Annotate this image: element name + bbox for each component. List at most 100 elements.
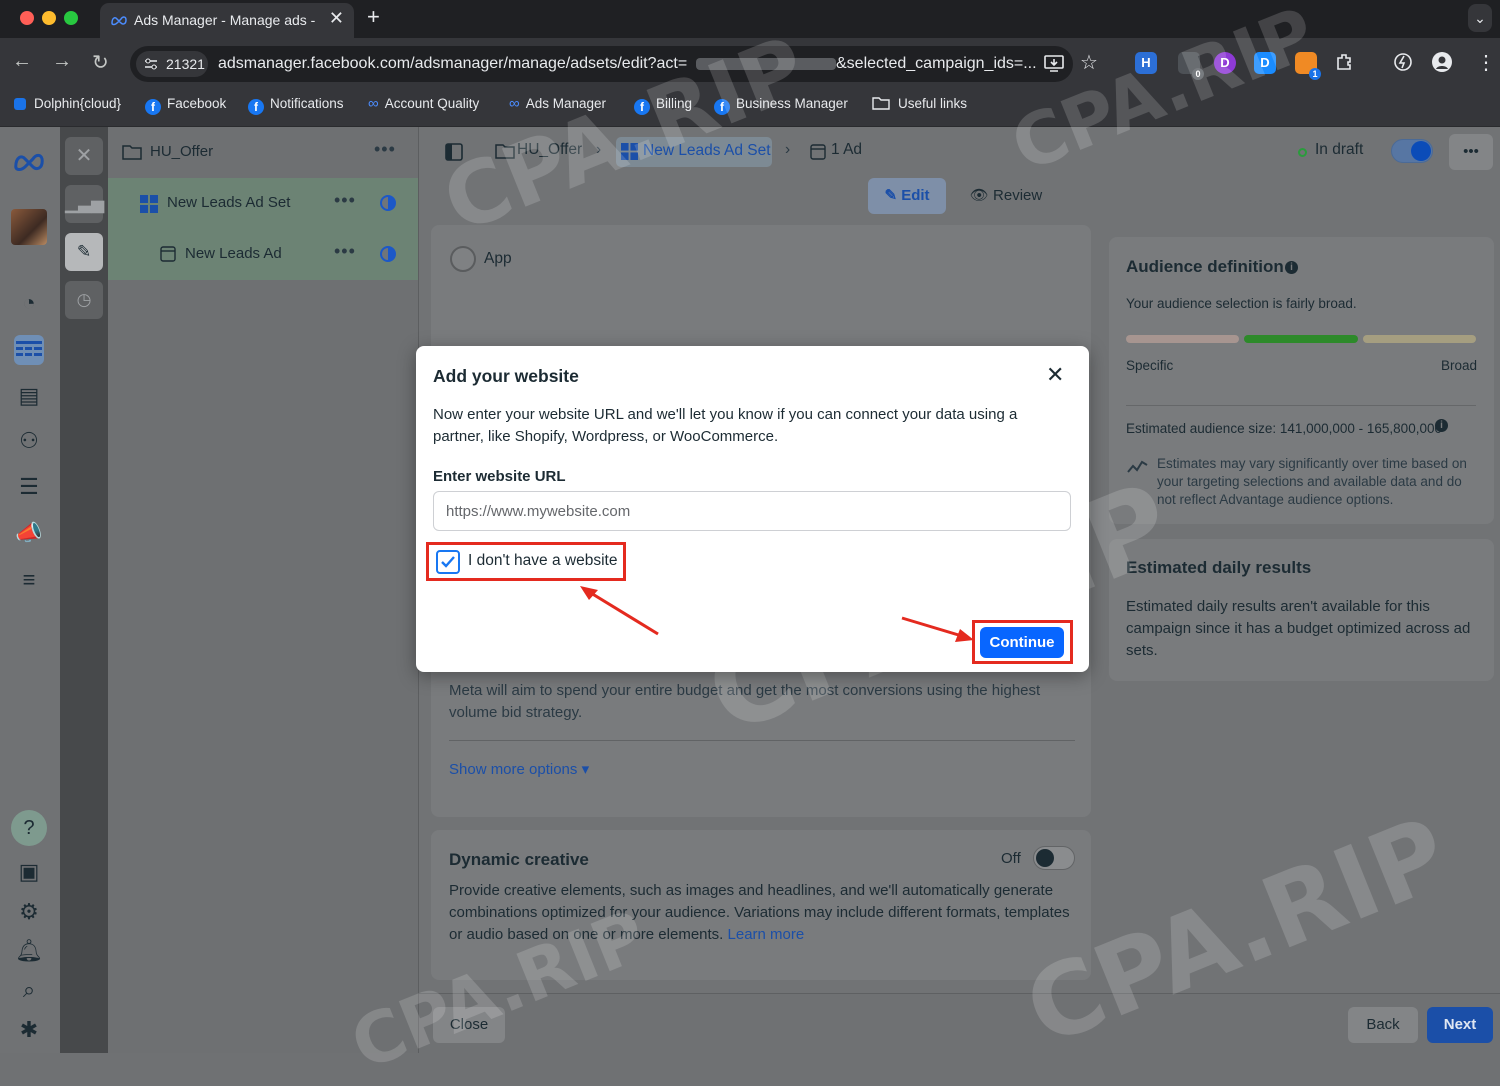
pencil-icon: ✎ xyxy=(884,187,902,204)
news-feed-icon[interactable]: ▣ xyxy=(14,857,44,887)
bookmark-ads-manager[interactable]: ∞ Ads Manager xyxy=(509,96,606,112)
close-button[interactable]: Close xyxy=(433,1007,505,1043)
breadcrumb-adset[interactable]: New Leads Ad Set xyxy=(616,137,772,167)
browser-menu-icon[interactable]: ⋮ xyxy=(1476,50,1496,75)
metamask-badge-count: 1 xyxy=(1309,68,1321,80)
tree-campaign-row[interactable]: HU_Offer ••• xyxy=(108,127,418,178)
url-text-end: &selected_campaign_ids=... xyxy=(836,55,1037,72)
profile-avatar-icon[interactable] xyxy=(1432,52,1452,72)
purple-extension-icon[interactable]: D xyxy=(1214,52,1236,74)
profile-chip[interactable]: 21321 xyxy=(136,51,208,77)
metamask-extension-icon[interactable]: 1 xyxy=(1295,52,1321,80)
forward-arrow-icon[interactable]: → xyxy=(52,50,72,73)
edit-tab-button[interactable]: ✎ Edit xyxy=(868,178,946,214)
bookmark-facebook[interactable]: f Facebook xyxy=(145,96,226,115)
dashboard-gauge-icon[interactable]: ◔ xyxy=(14,288,44,318)
charts-icon[interactable]: ▁▃▅ xyxy=(65,185,104,223)
minimize-window-dot[interactable] xyxy=(42,11,56,25)
dynamic-creative-card: Dynamic creative Off Provide creative el… xyxy=(431,830,1091,980)
meta-logo-icon: ∞ xyxy=(509,95,520,112)
tree-ad-row[interactable]: New Leads Ad ••• xyxy=(108,229,418,280)
breadcrumb-campaign[interactable]: HU_Offer xyxy=(517,141,582,159)
app-option-label: App xyxy=(484,250,512,267)
no-website-checkbox-label[interactable]: I don't have a website xyxy=(468,552,617,570)
daily-results-title: Estimated daily results xyxy=(1126,558,1312,577)
reports-icon[interactable]: ▤ xyxy=(14,381,44,411)
extensions-puzzle-icon[interactable] xyxy=(1335,52,1355,72)
blue-extension-icon[interactable]: D xyxy=(1254,52,1276,74)
bug-report-icon[interactable]: ✱ xyxy=(14,1015,44,1045)
maximize-window-dot[interactable] xyxy=(64,11,78,25)
review-tab-button[interactable]: 👁︎ Review xyxy=(959,178,1053,214)
info-icon[interactable]: i xyxy=(1285,261,1298,274)
campaign-more-icon[interactable]: ••• xyxy=(374,139,396,160)
meter-label-broad: Broad xyxy=(1441,358,1478,373)
tree-ad-label: New Leads Ad xyxy=(185,245,282,262)
adset-more-icon[interactable]: ••• xyxy=(334,190,356,211)
extension-with-badge-icon[interactable]: 0 xyxy=(1178,52,1204,80)
meta-logo-icon xyxy=(111,16,127,26)
continue-button[interactable]: Continue xyxy=(980,627,1064,658)
omnibox[interactable]: 21321 adsmanager.facebook.com/adsmanager… xyxy=(130,46,1073,82)
advertising-megaphone-icon[interactable]: 📣 xyxy=(14,518,44,548)
toggle-panel-icon[interactable] xyxy=(445,143,463,161)
tree-adset-row[interactable]: New Leads Ad Set ••• xyxy=(108,178,418,229)
estimate-disclaimer: Estimates may vary significantly over ti… xyxy=(1157,456,1467,507)
notifications-bell-icon[interactable]: 🔔︎ xyxy=(14,936,44,966)
daily-results-text: Estimated daily results aren't available… xyxy=(1126,598,1471,659)
back-arrow-icon[interactable]: ← xyxy=(12,50,32,73)
meta-logo-icon[interactable] xyxy=(12,151,46,171)
info-icon[interactable]: i xyxy=(1435,419,1448,432)
settings-gear-icon[interactable]: ⚙ xyxy=(14,897,44,927)
close-editor-icon[interactable]: ✕ xyxy=(65,137,103,175)
next-button-label: Next xyxy=(1443,1016,1477,1033)
close-dialog-icon[interactable]: ✕ xyxy=(1046,362,1064,388)
bookmark-useful-links[interactable]: Useful links xyxy=(872,96,967,112)
app-radio[interactable] xyxy=(450,246,476,272)
tree-campaign-label: HU_Offer xyxy=(150,143,214,160)
tab-search-chevron-icon[interactable]: ⌄ xyxy=(1468,4,1492,32)
no-website-checkbox[interactable] xyxy=(436,550,460,574)
hotjar-extension-icon[interactable]: H xyxy=(1135,52,1157,74)
bookmark-dolphin[interactable]: Dolphin{cloud} xyxy=(14,96,121,112)
header-more-label: ••• xyxy=(1463,143,1479,160)
reload-icon[interactable]: ↻ xyxy=(92,50,109,75)
daily-results-card: Estimated daily results Estimated daily … xyxy=(1109,539,1494,681)
editor-tools-rail: ✕ ▁▃▅ ✎ ◷ xyxy=(60,127,108,1053)
help-icon[interactable]: ? xyxy=(11,810,47,846)
dynamic-toggle-label: Off xyxy=(1001,850,1021,867)
dynamic-creative-toggle[interactable] xyxy=(1033,846,1075,870)
bookmark-star-icon[interactable]: ☆ xyxy=(1080,50,1098,75)
bookmark-business-manager[interactable]: f Business Manager xyxy=(714,96,848,115)
history-clock-icon[interactable]: ◷ xyxy=(65,281,103,319)
campaigns-table-icon[interactable] xyxy=(14,335,44,365)
next-button[interactable]: Next xyxy=(1427,1007,1493,1043)
breadcrumb-ads[interactable]: 1 Ad xyxy=(831,141,862,159)
website-url-input[interactable] xyxy=(433,491,1071,531)
adset-on-off-toggle[interactable] xyxy=(1391,139,1433,163)
bookmark-account-quality[interactable]: ∞ Account Quality xyxy=(368,96,479,112)
adset-status-half-icon xyxy=(380,195,396,211)
audiences-icon[interactable]: ⚇ xyxy=(14,426,44,456)
show-more-options-link[interactable]: Show more options ▾ xyxy=(449,760,589,778)
dialog-description: Now enter your website URL and we'll let… xyxy=(433,406,1018,445)
ad-more-icon[interactable]: ••• xyxy=(334,241,356,262)
edit-pencil-icon[interactable]: ✎ xyxy=(65,233,103,271)
bookmark-notifications[interactable]: f Notifications xyxy=(248,96,344,115)
close-tab-icon[interactable]: ✕ xyxy=(329,8,344,29)
install-app-icon[interactable] xyxy=(1044,55,1064,73)
breadcrumb-chevron-icon: › xyxy=(596,141,602,158)
billing-stack-icon[interactable]: ☰ xyxy=(14,472,44,502)
account-avatar[interactable] xyxy=(11,209,47,245)
browser-tab-ads-manager[interactable]: Ads Manager - Manage ads - ✕ xyxy=(100,3,354,38)
all-tools-menu-icon[interactable]: ≡ xyxy=(14,565,44,595)
back-button[interactable]: Back xyxy=(1348,1007,1418,1043)
close-window-dot[interactable] xyxy=(20,11,34,25)
performance-icon[interactable] xyxy=(1393,52,1413,72)
search-icon[interactable]: ⌕ xyxy=(14,975,44,1005)
header-more-button[interactable]: ••• xyxy=(1449,134,1493,170)
new-tab-icon[interactable]: + xyxy=(367,4,380,30)
adset-grid-icon xyxy=(140,195,158,213)
bookmark-billing[interactable]: f Billing xyxy=(634,96,692,115)
learn-more-link[interactable]: Learn more xyxy=(728,926,805,943)
